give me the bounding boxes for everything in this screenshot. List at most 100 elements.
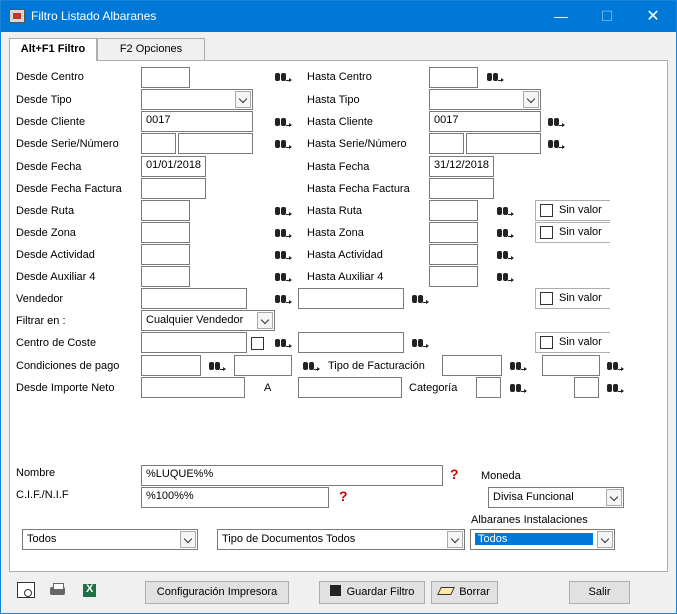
search-binoculars-icon[interactable] xyxy=(274,138,292,150)
hasta-serie-input[interactable] xyxy=(429,133,464,154)
chevron-down-icon[interactable] xyxy=(257,312,273,329)
search-binoculars-icon[interactable] xyxy=(606,360,624,372)
vendedor-desde-input[interactable] xyxy=(141,288,247,309)
search-binoculars-icon[interactable] xyxy=(274,116,292,128)
desde-importe-input[interactable] xyxy=(141,377,245,398)
desde-ruta-label: Desde Ruta xyxy=(16,205,75,217)
salir-button[interactable]: Salir xyxy=(569,581,630,604)
desde-numero-input[interactable] xyxy=(178,133,253,154)
chevron-down-icon[interactable] xyxy=(597,531,613,548)
desde-cliente-input[interactable]: 0017 xyxy=(141,111,253,132)
hasta-centro-input[interactable] xyxy=(429,67,478,88)
guardar-filtro-button[interactable]: Guardar Filtro xyxy=(319,581,425,604)
search-binoculars-icon[interactable] xyxy=(496,227,514,239)
desde-actividad-input[interactable] xyxy=(141,244,190,265)
chevron-down-icon[interactable] xyxy=(235,91,251,108)
sin-valor-vendedor[interactable]: Sin valor xyxy=(535,288,610,309)
search-binoculars-icon[interactable] xyxy=(509,382,527,394)
categoria-hasta-input[interactable] xyxy=(574,377,599,398)
filter-window: Filtro Listado Albaranes — ☐ ✕ Alt+F1 Fi… xyxy=(0,0,677,614)
help-icon[interactable]: ? xyxy=(450,466,464,482)
search-binoculars-icon[interactable] xyxy=(274,271,292,283)
desde-zona-input[interactable] xyxy=(141,222,190,243)
checkbox[interactable] xyxy=(540,226,553,239)
search-binoculars-icon[interactable] xyxy=(486,71,504,83)
centro-coste-hasta-input[interactable] xyxy=(298,332,404,353)
desde-fecha-input[interactable]: 01/01/2018 xyxy=(141,156,206,177)
condiciones-pago-desde-input[interactable] xyxy=(141,355,201,376)
desde-centro-input[interactable] xyxy=(141,67,190,88)
sin-valor-zona[interactable]: Sin valor xyxy=(535,222,610,243)
tab-opciones[interactable]: F2 Opciones xyxy=(97,38,205,60)
chevron-down-icon[interactable] xyxy=(180,531,196,548)
printer-icon[interactable] xyxy=(49,582,67,598)
filtrar-en-label: Filtrar en : xyxy=(16,315,66,327)
search-binoculars-icon[interactable] xyxy=(496,271,514,283)
desde-fecha-factura-input[interactable] xyxy=(141,178,206,199)
minimize-button[interactable]: — xyxy=(538,1,584,32)
chevron-down-icon[interactable] xyxy=(523,91,539,108)
close-button[interactable]: ✕ xyxy=(630,1,676,32)
search-binoculars-icon[interactable] xyxy=(274,227,292,239)
checkbox[interactable] xyxy=(540,292,553,305)
tipo-facturacion-hasta-input[interactable] xyxy=(542,355,600,376)
centro-coste-desde-input[interactable] xyxy=(141,332,247,353)
cif-label: C.I.F./N.I.F xyxy=(16,489,69,501)
hasta-aux4-input[interactable] xyxy=(429,266,478,287)
filtrar-en-select[interactable]: Cualquier Vendedor xyxy=(141,310,275,331)
search-binoculars-icon[interactable] xyxy=(274,205,292,217)
moneda-select[interactable]: Divisa Funcional xyxy=(488,487,624,508)
hasta-zona-input[interactable] xyxy=(429,222,478,243)
search-binoculars-icon[interactable] xyxy=(606,382,624,394)
todos-select[interactable]: Todos xyxy=(22,529,198,550)
cif-input[interactable]: %100%% xyxy=(141,487,329,508)
search-binoculars-icon[interactable] xyxy=(509,360,527,372)
search-binoculars-icon[interactable] xyxy=(274,293,292,305)
albaranes-instalaciones-select[interactable]: Todos xyxy=(470,529,615,550)
hasta-numero-input[interactable] xyxy=(466,133,541,154)
tipo-documentos-select[interactable]: Tipo de Documentos Todos xyxy=(217,529,465,550)
excel-export-icon[interactable] xyxy=(81,582,99,598)
hasta-actividad-input[interactable] xyxy=(429,244,478,265)
tab-filtro[interactable]: Alt+F1 Filtro xyxy=(9,38,97,61)
checkbox[interactable] xyxy=(540,204,553,217)
centro-coste-checkbox[interactable] xyxy=(251,337,264,350)
hasta-cliente-input[interactable]: 0017 xyxy=(429,111,541,132)
search-binoculars-icon[interactable] xyxy=(302,360,320,372)
hasta-fecha-factura-input[interactable] xyxy=(429,178,494,199)
chevron-down-icon[interactable] xyxy=(606,489,622,506)
search-binoculars-icon[interactable] xyxy=(274,71,292,83)
search-binoculars-icon[interactable] xyxy=(496,249,514,261)
search-binoculars-icon[interactable] xyxy=(547,138,565,150)
borrar-button[interactable]: Borrar xyxy=(431,581,498,604)
hasta-fecha-input[interactable]: 31/12/2018 xyxy=(429,156,494,177)
configuracion-impresora-button[interactable]: Configuración Impresora xyxy=(145,581,289,604)
sin-valor-centro-coste[interactable]: Sin valor xyxy=(535,332,610,353)
search-binoculars-icon[interactable] xyxy=(547,116,565,128)
search-binoculars-icon[interactable] xyxy=(496,205,514,217)
print-preview-icon[interactable] xyxy=(17,582,35,598)
chevron-down-icon[interactable] xyxy=(447,531,463,548)
hasta-tipo-select[interactable] xyxy=(429,89,541,110)
search-binoculars-icon[interactable] xyxy=(208,360,226,372)
vendedor-hasta-input[interactable] xyxy=(298,288,404,309)
checkbox[interactable] xyxy=(540,336,553,349)
tipo-facturacion-desde-input[interactable] xyxy=(442,355,502,376)
search-binoculars-icon[interactable] xyxy=(274,337,292,349)
search-binoculars-icon[interactable] xyxy=(411,337,429,349)
desde-serie-input[interactable] xyxy=(141,133,176,154)
search-binoculars-icon[interactable] xyxy=(411,293,429,305)
sin-valor-ruta[interactable]: Sin valor xyxy=(535,200,610,221)
categoria-desde-input[interactable] xyxy=(476,377,501,398)
search-binoculars-icon[interactable] xyxy=(274,249,292,261)
condiciones-pago-hasta-input[interactable] xyxy=(234,355,292,376)
hasta-ruta-input[interactable] xyxy=(429,200,478,221)
maximize-button[interactable]: ☐ xyxy=(584,1,630,32)
desde-tipo-select[interactable] xyxy=(141,89,253,110)
desde-aux4-input[interactable] xyxy=(141,266,190,287)
title-bar[interactable]: Filtro Listado Albaranes — ☐ ✕ xyxy=(1,1,676,32)
nombre-input[interactable]: %LUQUE%% xyxy=(141,465,443,486)
desde-ruta-input[interactable] xyxy=(141,200,190,221)
hasta-importe-input[interactable] xyxy=(298,377,402,398)
help-icon[interactable]: ? xyxy=(339,488,353,504)
